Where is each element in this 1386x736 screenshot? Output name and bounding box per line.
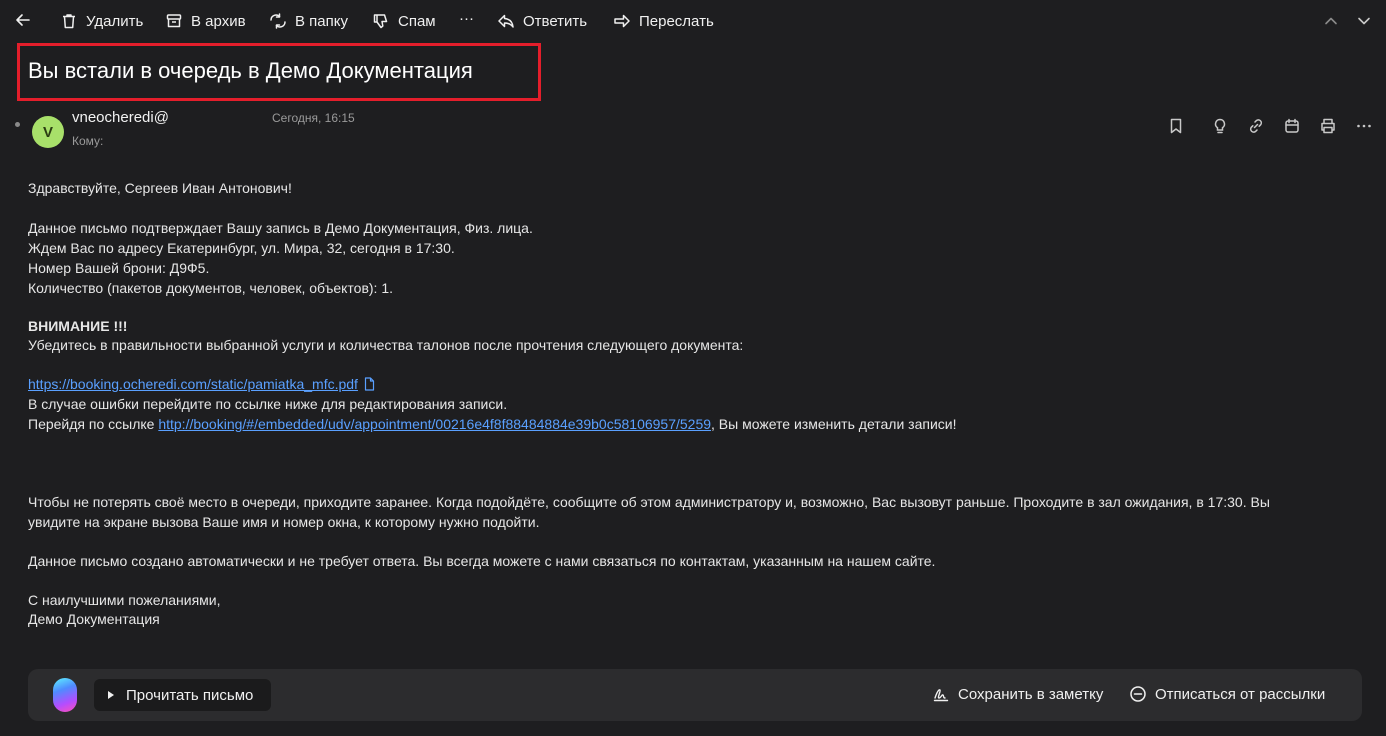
file-icon[interactable] [363,377,376,391]
sender-address[interactable]: vneocheredi@ [72,109,169,126]
signature-pen-icon [933,689,949,702]
save-to-note-label: Сохранить в заметку [958,685,1104,703]
forward-icon [614,14,630,28]
recipients-label[interactable]: Кому: [72,134,103,148]
avatar: V [32,116,64,148]
body-line: Ждем Вас по адресу Екатеринбург, ул. Мир… [28,240,455,256]
signature-line: С наилучшими пожеланиями, [28,592,221,608]
calendar-icon[interactable] [1283,117,1301,135]
signature-name: Демо Документация [28,611,160,627]
thumbs-down-icon [373,14,388,29]
lightbulb-icon[interactable] [1211,117,1229,135]
more-button[interactable]: ··· [459,10,474,27]
back-button[interactable] [14,11,32,29]
edit-link-prefix: Перейдя по ссылке [28,416,159,432]
trash-icon [63,14,75,29]
unsubscribe-button[interactable]: Отписаться от рассылки [1129,685,1325,703]
body-line: В случае ошибки перейдите по ссылке ниже… [28,396,508,412]
body-line: Данное письмо подтверждает Вашу запись в… [28,220,533,236]
greeting: Здравствуйте, Сергеев Иван Антонович! [28,180,292,196]
spam-label: Спам [398,12,436,30]
next-email-button[interactable] [1355,12,1373,30]
archive-button[interactable]: В архив [165,12,246,30]
assistant-orb-icon[interactable] [53,678,77,712]
body-line: Номер Вашей брони: Д9Ф5. [28,260,210,276]
read-aloud-button[interactable]: Прочитать письмо [94,679,271,711]
document-link-row: https://booking.ocheredi.com/static/pami… [28,376,376,392]
delete-button[interactable]: Удалить [60,12,143,30]
save-to-note-button[interactable]: Сохранить в заметку [932,685,1103,703]
spam-button[interactable]: Спам [372,12,436,30]
body-line: Данное письмо создано автоматически и не… [28,553,936,569]
chevron-down-icon [1358,17,1370,25]
bottom-action-bar: Прочитать письмо Сохранить в заметку Отп… [28,669,1362,721]
body-line: увидите на экране вызова Ваше имя и номе… [28,514,540,530]
body-line: Чтобы не потерять своё место в очереди, … [28,494,1270,510]
edit-appointment-link[interactable]: http://booking/#/embedded/udv/appointmen… [158,416,711,432]
toolbar: Удалить В архив В папку Спам ··· Ответит… [0,0,1386,42]
forward-label: Переслать [639,12,714,30]
archive-label: В архив [191,12,246,30]
attention-heading: ВНИМАНИЕ !!! [28,318,128,334]
body-line: Убедитесь в правильности выбранной услуг… [28,337,744,353]
reply-label: Ответить [523,12,588,30]
move-to-folder-button[interactable]: В папку [269,12,348,30]
forward-button[interactable]: Переслать [613,12,714,30]
read-aloud-label: Прочитать письмо [126,686,254,704]
link-icon[interactable] [1247,117,1265,135]
bookmark-icon[interactable] [1167,117,1185,135]
folder-move-icon [270,13,286,29]
print-icon[interactable] [1319,117,1337,135]
folder-label: В папку [295,12,348,30]
more-options-icon[interactable] [1355,117,1373,135]
edit-link-suffix: , Вы можете изменить детали записи! [711,416,957,432]
chevron-up-icon [1325,17,1337,25]
more-icon: ··· [459,10,474,27]
archive-icon [166,14,182,28]
reply-button[interactable]: Ответить [497,12,587,30]
previous-email-button[interactable] [1322,12,1340,30]
body-line: Количество (пакетов документов, человек,… [28,280,394,296]
edit-link-line: Перейдя по ссылке http://booking/#/embed… [28,416,957,432]
delete-label: Удалить [86,12,144,30]
unread-dot [15,122,20,127]
unsubscribe-label: Отписаться от рассылки [1155,685,1326,703]
reply-icon [498,14,514,28]
email-date: Сегодня, 16:15 [272,111,355,125]
arrow-left-icon [16,14,30,26]
document-link[interactable]: https://booking.ocheredi.com/static/pami… [28,376,358,392]
minus-circle-icon [1130,686,1146,702]
play-icon [108,691,114,699]
email-subject: Вы встали в очередь в Демо Документация [28,58,473,83]
